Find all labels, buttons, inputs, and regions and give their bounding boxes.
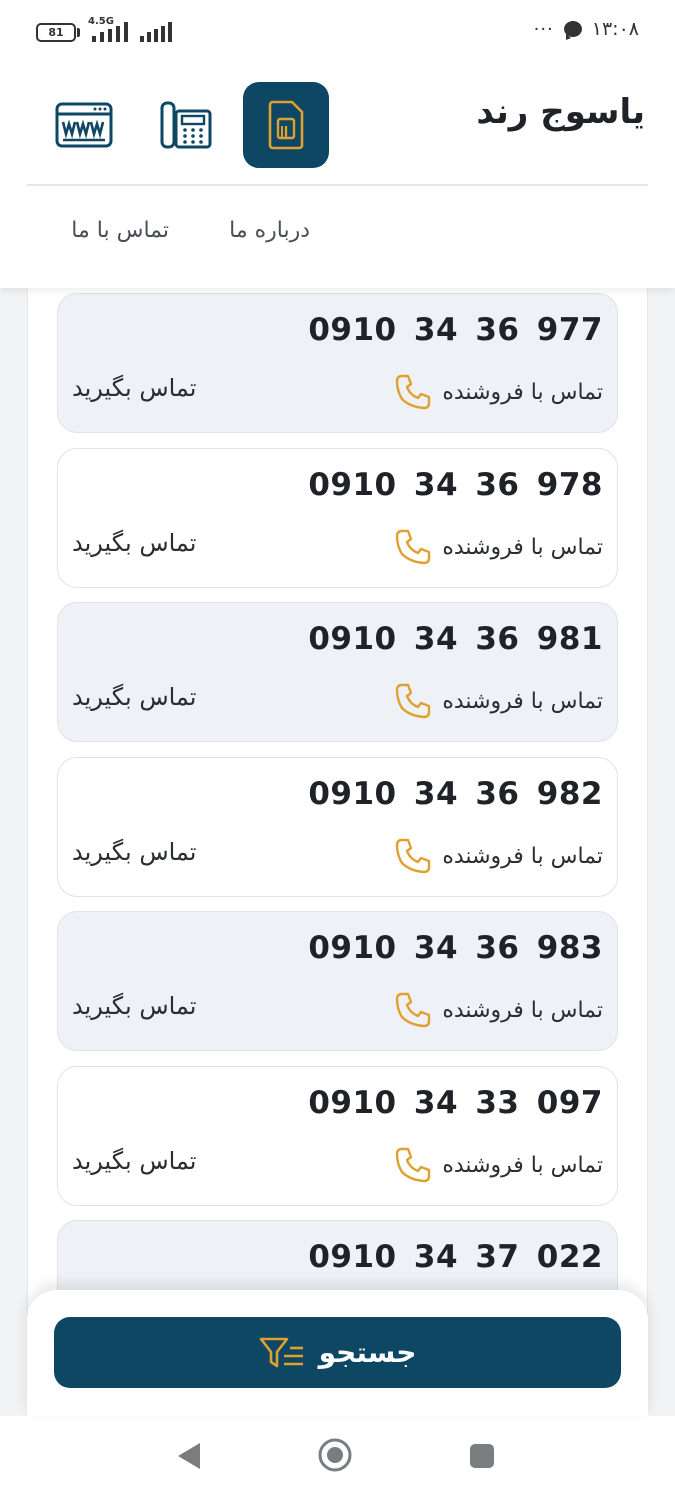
website-button[interactable] — [41, 82, 127, 168]
contact-seller-label: تماس با فروشنده — [442, 379, 603, 405]
back-icon[interactable] — [176, 1441, 202, 1471]
contact-seller-link[interactable]: تماس با فروشنده — [394, 1146, 603, 1184]
listing-card[interactable]: 0910 34 36 981 تماس با فروشنده تماس بگیرید — [57, 602, 618, 742]
call-now-button[interactable]: تماس بگیرید — [72, 1147, 197, 1175]
more-notifications-icon: ··· — [533, 18, 554, 40]
contact-seller-label: تماس با فروشنده — [442, 534, 603, 560]
call-now-button[interactable]: تماس بگیرید — [72, 374, 197, 402]
contact-seller-link[interactable]: تماس با فروشنده — [394, 528, 603, 566]
call-now-button[interactable]: تماس بگیرید — [72, 683, 197, 711]
phone-number: 0910 34 37 022 — [308, 1239, 603, 1275]
system-navigation-bar — [0, 1416, 675, 1500]
phone-icon — [396, 1147, 431, 1183]
nav-about-link[interactable]: درباره ما — [229, 218, 310, 243]
phone-number: 0910 34 36 977 — [308, 312, 603, 348]
phone-number: 0910 34 36 982 — [308, 776, 603, 812]
phone-number: 0910 34 36 978 — [308, 467, 603, 503]
phone-icon — [396, 683, 431, 719]
phone-number: 0910 34 33 097 — [308, 1085, 603, 1121]
listing-card[interactable]: 0910 34 36 983 تماس با فروشنده تماس بگیرید — [57, 911, 618, 1051]
sim-card-icon — [268, 100, 304, 150]
phone-icon — [396, 992, 431, 1028]
status-right: ··· ۱۳:۰۸ — [534, 18, 639, 40]
contact-seller-link[interactable]: تماس با فروشنده — [394, 837, 603, 875]
contact-seller-label: تماس با فروشنده — [442, 1152, 603, 1178]
contact-seller-link[interactable]: تماس با فروشنده — [394, 373, 603, 411]
desk-phone-icon — [160, 101, 212, 149]
filter-icon — [259, 1337, 303, 1367]
brand-title[interactable]: یاسوج رند — [476, 92, 645, 132]
search-button-label: جستجو — [318, 1336, 417, 1369]
listing-card[interactable]: 0910 34 33 097 تماس با فروشنده تماس بگیرید — [57, 1066, 618, 1206]
contact-seller-label: تماس با فروشنده — [442, 997, 603, 1023]
sim-card-button[interactable] — [243, 82, 329, 168]
signal-icon — [92, 22, 128, 42]
listing-card[interactable]: 0910 34 36 978 تماس با فروشنده تماس بگیرید — [57, 448, 618, 588]
phone-icon — [396, 838, 431, 874]
call-now-button[interactable]: تماس بگیرید — [72, 992, 197, 1020]
app-header: یاسوج رند درباره ما تماس با ما — [0, 62, 675, 288]
listing-card[interactable]: 0910 34 36 982 تماس با فروشنده تماس بگیرید — [57, 757, 618, 897]
contact-seller-label: تماس با فروشنده — [442, 843, 603, 869]
phone-number: 0910 34 36 983 — [308, 930, 603, 966]
status-bar: 81 4.5G ··· ۱۳:۰۸ — [0, 0, 675, 62]
signal-icon-2 — [140, 22, 172, 42]
contact-seller-link[interactable]: تماس با فروشنده — [394, 682, 603, 720]
listing-card[interactable]: 0910 34 36 977 تماس با فروشنده تماس بگیرید — [57, 293, 618, 433]
header-divider — [27, 184, 648, 186]
phone-number: 0910 34 36 981 — [308, 621, 603, 657]
home-icon[interactable] — [317, 1437, 353, 1473]
phone-icon — [396, 374, 431, 410]
battery-icon: 81 — [36, 23, 76, 42]
contact-seller-label: تماس با فروشنده — [442, 688, 603, 714]
nav-contact-link[interactable]: تماس با ما — [71, 218, 169, 243]
recent-apps-icon[interactable] — [470, 1444, 494, 1468]
www-icon — [55, 102, 113, 148]
call-now-button[interactable]: تماس بگیرید — [72, 838, 197, 866]
contact-seller-link[interactable]: تماس با فروشنده — [394, 991, 603, 1029]
clock: ۱۳:۰۸ — [591, 18, 639, 40]
phone-icon — [396, 529, 431, 565]
desk-phone-button[interactable] — [143, 82, 229, 168]
bottom-sheet: جستجو — [27, 1290, 648, 1416]
message-notification-icon — [563, 21, 582, 40]
call-now-button[interactable]: تماس بگیرید — [72, 529, 197, 557]
search-button[interactable]: جستجو — [54, 1317, 621, 1388]
battery-tip — [77, 28, 80, 37]
